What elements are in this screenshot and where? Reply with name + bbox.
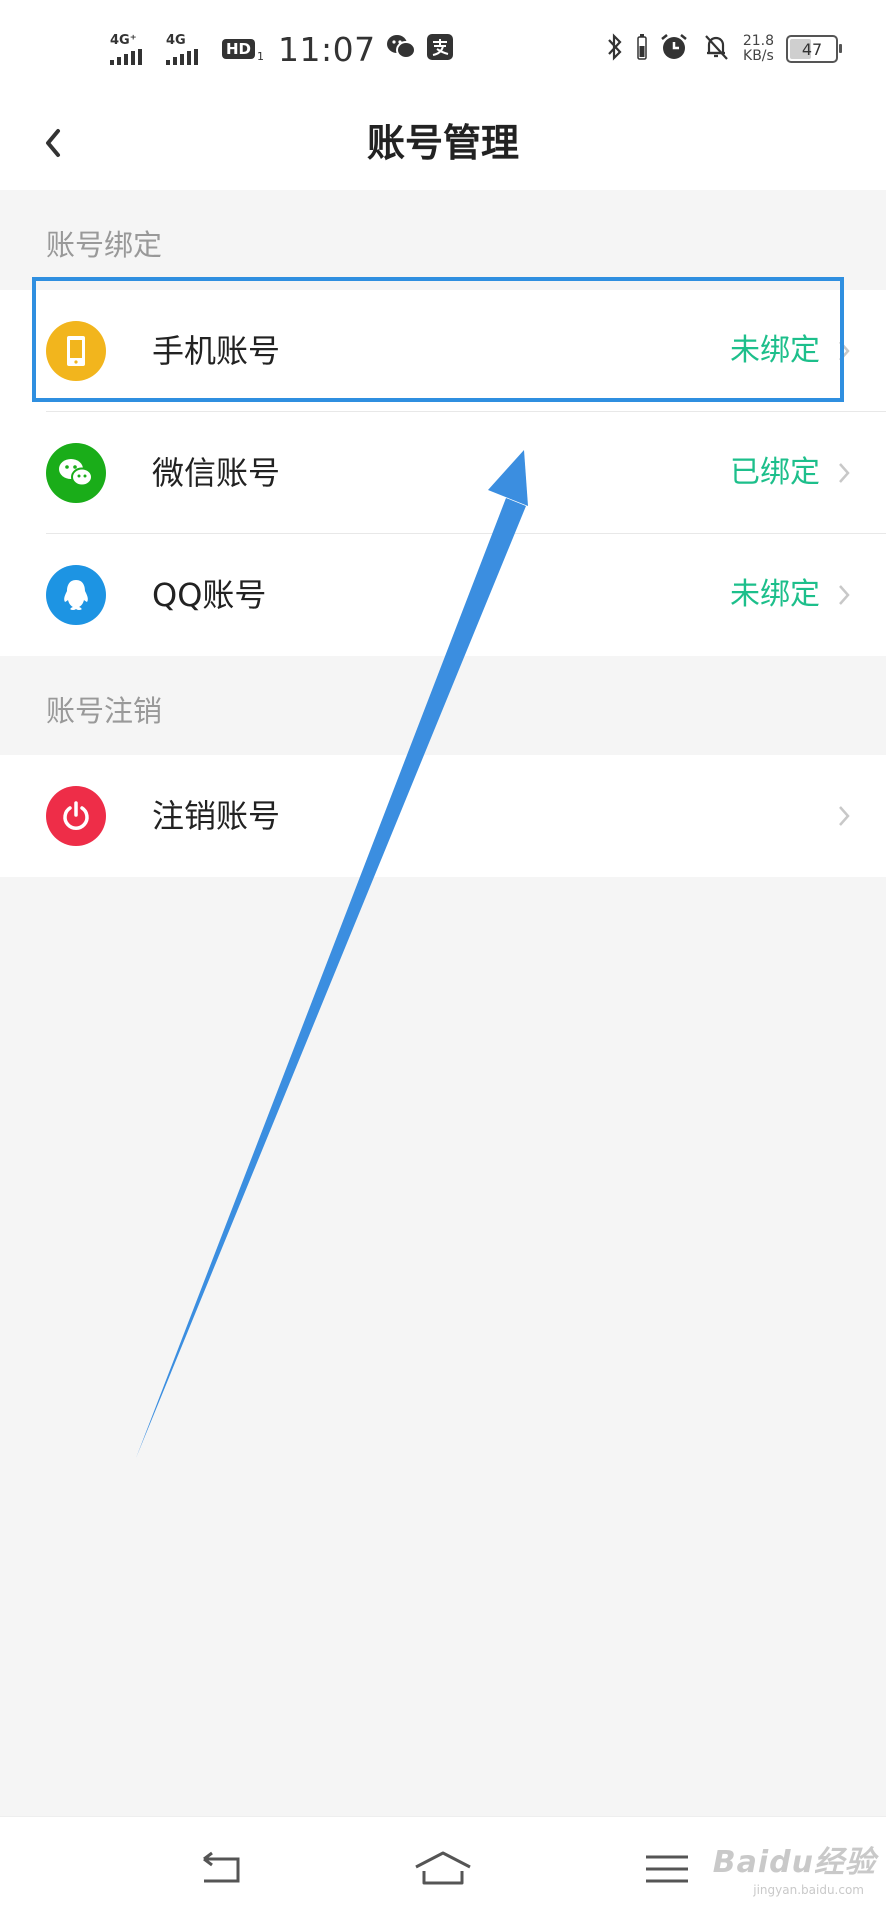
binding-status: 已绑定 bbox=[730, 455, 820, 490]
battery-percent: 47 bbox=[801, 39, 823, 59]
cancel-list: 注销账号 bbox=[0, 755, 886, 877]
chevron-right-icon bbox=[839, 463, 850, 483]
battery-icon: 47 bbox=[786, 35, 842, 63]
power-icon bbox=[46, 786, 106, 846]
network-speed: 21.8 KB/s bbox=[742, 33, 774, 64]
chevron-right-icon bbox=[839, 806, 850, 826]
list-item-label: 手机账号 bbox=[152, 332, 281, 370]
binding-list: 手机账号 未绑定 微信账号 已绑定 QQ账号 未绑定 bbox=[0, 290, 886, 656]
signal-4g-icon: 4G bbox=[166, 34, 212, 65]
alipay-notification-icon bbox=[426, 33, 454, 65]
watermark-logo: Baidu经验 bbox=[712, 1845, 876, 1880]
list-item-label: 注销账号 bbox=[152, 797, 281, 835]
watermark-url: jingyan.baidu.com bbox=[753, 1883, 864, 1897]
notifications-off-icon bbox=[701, 32, 731, 66]
signal-4g-plus-icon: 4G⁺ bbox=[110, 34, 156, 65]
home-icon bbox=[415, 1851, 471, 1885]
back-arrow-icon bbox=[203, 1851, 240, 1883]
phone-icon bbox=[46, 321, 106, 381]
menu-icon bbox=[646, 1855, 688, 1883]
binding-status: 未绑定 bbox=[730, 577, 820, 612]
nav-home-button[interactable] bbox=[408, 1839, 478, 1899]
arrow-annotation bbox=[136, 450, 528, 1458]
wechat-icon bbox=[46, 443, 106, 503]
hd-sim-index: 1 bbox=[257, 49, 265, 63]
chevron-right-icon bbox=[839, 341, 850, 361]
list-item-cancel-account[interactable]: 注销账号 bbox=[0, 755, 886, 877]
nav-menu-button[interactable] bbox=[632, 1839, 702, 1899]
status-time: 11:07 bbox=[278, 29, 376, 69]
list-item-label: 微信账号 bbox=[152, 454, 281, 492]
system-nav-bar: Baidu经验 jingyan.baidu.com bbox=[0, 1816, 886, 1921]
status-bar: 4G⁺ 4G HD 1 11:07 21.8 KB/s 47 bbox=[0, 0, 886, 96]
list-item-label: QQ账号 bbox=[152, 576, 267, 614]
section-label-binding: 账号绑定 bbox=[46, 228, 163, 262]
status-left: 4G⁺ 4G HD 1 11:07 bbox=[110, 24, 454, 74]
qq-penguin-icon bbox=[46, 565, 106, 625]
list-item-wechat-account[interactable]: 微信账号 已绑定 bbox=[0, 412, 886, 534]
nav-back-button[interactable] bbox=[186, 1839, 256, 1899]
app-header: 账号管理 bbox=[0, 96, 886, 190]
list-item-phone-account[interactable]: 手机账号 未绑定 bbox=[0, 290, 886, 412]
wechat-notification-icon bbox=[386, 33, 416, 65]
binding-status: 未绑定 bbox=[730, 333, 820, 368]
battery-small-icon bbox=[637, 34, 647, 64]
status-right: 21.8 KB/s 47 bbox=[605, 24, 842, 74]
bluetooth-icon bbox=[605, 32, 625, 66]
page-title: 账号管理 bbox=[366, 121, 519, 165]
hd-voice-icon: HD bbox=[222, 39, 256, 59]
section-label-cancel: 账号注销 bbox=[46, 694, 163, 728]
list-item-qq-account[interactable]: QQ账号 未绑定 bbox=[0, 534, 886, 656]
chevron-right-icon bbox=[839, 585, 850, 605]
alarm-clock-icon bbox=[659, 32, 689, 66]
